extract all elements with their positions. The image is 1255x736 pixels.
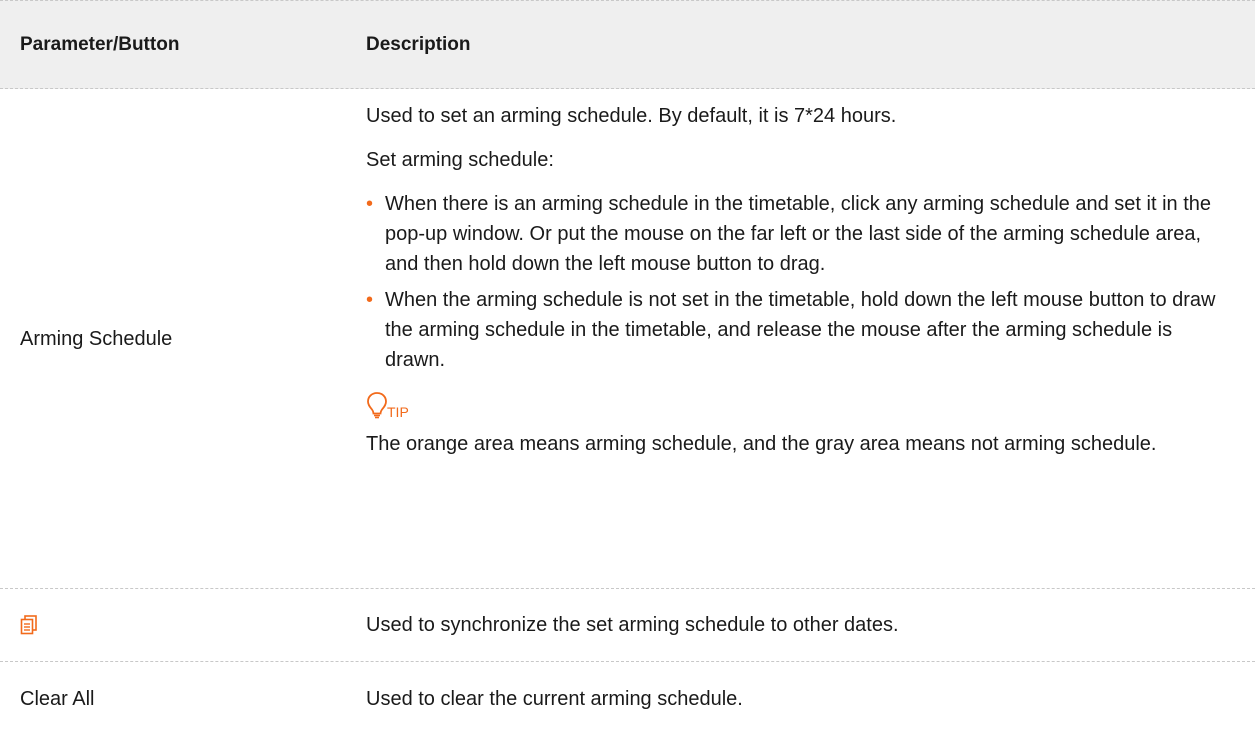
parameter-description: Used to set an arming schedule. By defau… (366, 89, 1255, 588)
copy-schedule-icon[interactable] (20, 615, 366, 635)
table-header: Parameter/Button Description (0, 0, 1255, 89)
table-row-arming-schedule: Arming Schedule Used to set an arming sc… (0, 89, 1255, 589)
description-paragraph: Set arming schedule: (366, 149, 554, 171)
bullet-dot-icon: • (366, 193, 374, 215)
bullet-text: When the arming schedule is not set in t… (385, 289, 1216, 371)
bullet-text: When there is an arming schedule in the … (385, 193, 1211, 275)
parameter-description: Used to clear the current arming schedul… (366, 687, 743, 710)
tip-text: The orange area means arming schedule, a… (366, 433, 1157, 455)
sync-cell (0, 615, 366, 635)
bullet-item: • When there is an arming schedule in th… (366, 189, 1233, 279)
description-paragraph: Used to set an arming schedule. By defau… (366, 105, 897, 127)
lightbulb-icon (366, 391, 388, 419)
bullet-item: • When the arming schedule is not set in… (366, 285, 1233, 375)
header-parameter: Parameter/Button (20, 33, 180, 55)
bullet-dot-icon: • (366, 289, 374, 311)
table-row-sync: Used to synchronize the set arming sched… (0, 589, 1255, 662)
parameter-name-text: Arming Schedule (20, 327, 173, 350)
parameter-description: Used to synchronize the set arming sched… (366, 614, 899, 636)
tip-label: TIP (387, 404, 409, 420)
parameter-name: Clear All (20, 687, 95, 710)
parameter-table: Parameter/Button Description Arming Sche… (0, 0, 1255, 735)
header-description: Description (366, 33, 471, 55)
tip-box: TIP (366, 381, 1233, 419)
table-row-clear-all: Clear All Used to clear the current armi… (0, 662, 1255, 735)
parameter-name: Arming Schedule (0, 89, 366, 588)
